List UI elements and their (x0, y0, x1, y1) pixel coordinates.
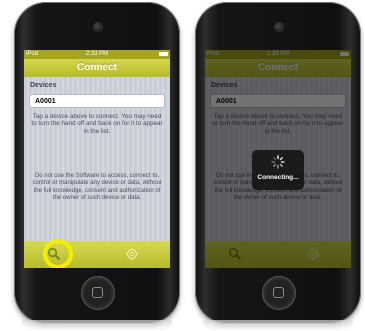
content-area: Devices A0001 Tap a device above to conn… (24, 77, 170, 241)
nav-bar: Connect (24, 59, 170, 77)
reflection-right (203, 320, 353, 331)
time-label: 2:33 PM (85, 51, 109, 57)
status-bar: iPod 2:33 PM (24, 50, 170, 59)
home-button[interactable] (262, 276, 296, 310)
camera-icon (274, 22, 284, 32)
device-item[interactable]: A0001 (29, 94, 165, 108)
screen-left: iPod 2:33 PM Connect Devices A0001 Tap a… (24, 50, 170, 268)
page-title: Connect (77, 62, 117, 73)
screen-right: iPod 2:33 PM Connect Devices A0001 Tap a… (205, 50, 351, 268)
spinner-icon (271, 155, 285, 169)
camera-icon (93, 22, 103, 32)
phone-right: iPod 2:33 PM Connect Devices A0001 Tap a… (195, 2, 361, 324)
tab-bar (24, 239, 170, 268)
legal-text: Do not use the Software to access, conne… (32, 173, 162, 201)
gear-icon[interactable] (125, 247, 139, 261)
search-icon[interactable] (47, 247, 61, 261)
connecting-hud: Connecting... (252, 150, 304, 190)
devices-section-title: Devices (30, 82, 57, 89)
battery-icon (159, 52, 168, 56)
reflection-left (22, 320, 172, 331)
home-button[interactable] (81, 276, 115, 310)
connecting-label: Connecting... (257, 174, 299, 181)
phone-left: iPod 2:33 PM Connect Devices A0001 Tap a… (14, 2, 180, 324)
hint-text: Tap a device above to connect. You may n… (31, 113, 163, 135)
